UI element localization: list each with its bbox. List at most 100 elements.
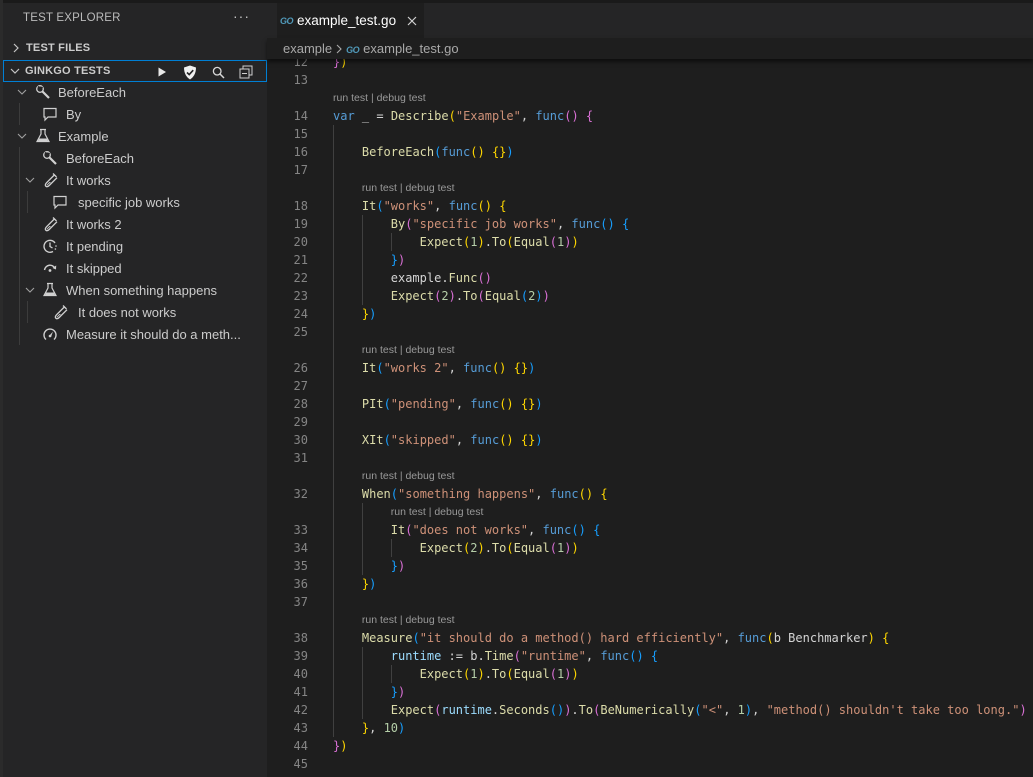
tree-item[interactable]: It works xyxy=(0,169,267,191)
code-line[interactable]: It("works 2", func() {}) xyxy=(362,359,535,377)
code-line[interactable]: example.Func() xyxy=(391,269,492,287)
code-line[interactable]: }) xyxy=(362,305,376,323)
line-number: 16 xyxy=(293,145,308,159)
close-tab-button[interactable] xyxy=(404,13,420,29)
debug-test-link[interactable]: debug test xyxy=(405,182,454,194)
tree-item[interactable]: By xyxy=(0,103,267,125)
code-line[interactable]: }) xyxy=(333,59,347,71)
tree-item[interactable]: Measure it should do a meth... xyxy=(0,323,267,345)
tree-item[interactable]: specific job works xyxy=(0,191,267,213)
code-line[interactable]: runtime := b.Time("runtime", func() { xyxy=(391,647,658,665)
codelens: run test | debug test xyxy=(391,505,484,519)
code-token: example. xyxy=(390,271,449,285)
chevron-down-icon[interactable] xyxy=(23,279,37,301)
code-token: , xyxy=(369,721,384,735)
code-token: () xyxy=(470,145,485,159)
tree-item[interactable]: It does not works xyxy=(0,301,267,323)
code-token: () xyxy=(477,271,492,285)
code-editor[interactable]: 12}) 13 run test | debug test 14 var _ = Des… xyxy=(267,59,1033,777)
debug-test-link[interactable]: debug test xyxy=(405,614,454,626)
chevron-down-icon[interactable] xyxy=(23,169,37,191)
collapse-all-button[interactable] xyxy=(232,63,260,81)
run-test-link[interactable]: run test xyxy=(362,470,397,482)
tab-example-test-go[interactable]: GO example_test.go xyxy=(277,3,424,38)
code-token: "runtime" xyxy=(520,649,586,663)
debug-test-link[interactable]: debug test xyxy=(405,344,454,356)
code-line[interactable]: }) xyxy=(391,557,405,575)
search-tests-button[interactable] xyxy=(204,63,232,81)
code-line[interactable]: }) xyxy=(391,251,405,269)
tree-item[interactable]: It pending xyxy=(0,235,267,257)
chevron-down-icon[interactable] xyxy=(15,125,29,147)
run-all-tests-button[interactable] xyxy=(148,63,176,81)
run-test-link[interactable]: run test xyxy=(362,344,397,356)
comment-icon xyxy=(52,191,68,213)
code-line[interactable]: Measure("it should do a method() hard ef… xyxy=(362,629,889,647)
tree-item-label: It works 2 xyxy=(66,216,122,232)
code-line[interactable]: Expect(1).To(Equal(1)) xyxy=(420,233,579,251)
code-line[interactable]: Expect(2).To(Equal(1)) xyxy=(420,539,579,557)
debug-test-link[interactable]: debug test xyxy=(405,470,454,482)
code-token: { xyxy=(593,523,601,537)
tree-item[interactable]: It skipped xyxy=(0,257,267,279)
tree-item[interactable]: BeforeEach xyxy=(0,81,267,103)
debug-test-link[interactable]: debug test xyxy=(434,506,483,518)
line-number: 44 xyxy=(293,739,308,753)
code-token: { xyxy=(585,109,594,123)
code-token: () xyxy=(571,523,586,537)
code-line[interactable]: By("specific job works", func() { xyxy=(391,215,629,233)
more-actions-button[interactable]: ··· xyxy=(233,8,250,24)
indent-guide xyxy=(390,539,392,557)
code-line[interactable]: BeforeEach(func() {}) xyxy=(362,143,514,161)
go-file-icon: GO xyxy=(280,15,294,26)
tree-item[interactable]: It works 2 xyxy=(0,213,267,235)
line-number: 36 xyxy=(293,577,308,591)
code-token: ( xyxy=(549,541,557,555)
code-line[interactable]: It("does not works", func() { xyxy=(391,521,601,539)
code-line[interactable]: XIt("skipped", func() {}) xyxy=(362,431,543,449)
debug-test-link[interactable]: debug test xyxy=(377,92,426,104)
wrench-icon xyxy=(35,81,51,103)
breadcrumb-folder[interactable]: example xyxy=(283,41,332,56)
code-token: Seconds xyxy=(499,703,550,717)
codelens: run test | debug test xyxy=(333,91,426,105)
breadcrumb-file-label: example_test.go xyxy=(363,41,459,56)
code-line[interactable]: }) xyxy=(362,575,376,593)
code-token: ) xyxy=(571,667,579,681)
code-token: ( xyxy=(477,289,485,303)
tree-item[interactable]: When something happens xyxy=(0,279,267,301)
code-token: () xyxy=(629,649,644,663)
code-token: BeNumerically xyxy=(600,703,695,717)
run-test-link[interactable]: run test xyxy=(362,182,397,194)
tree-item[interactable]: Example xyxy=(0,125,267,147)
code-line[interactable]: PIt("pending", func() {}) xyxy=(362,395,543,413)
run-test-link[interactable]: run test xyxy=(333,92,368,104)
code-token: , xyxy=(520,109,536,123)
code-token: ( xyxy=(506,667,514,681)
section-ginkgo-tests[interactable]: GINKGO TESTS xyxy=(3,60,267,82)
verify-button[interactable] xyxy=(176,63,204,81)
line-number: 12 xyxy=(293,59,308,69)
breadcrumb-file[interactable]: GO example_test.go xyxy=(346,41,458,56)
code-line[interactable]: Expect(runtime.Seconds()).To(BeNumerical… xyxy=(391,701,1027,719)
run-test-link[interactable]: run test xyxy=(391,506,426,518)
code-line[interactable]: }) xyxy=(333,737,347,755)
code-line[interactable]: var _ = Describe("Example", func() { xyxy=(333,107,593,125)
code-token: , xyxy=(556,217,572,231)
run-test-link[interactable]: run test xyxy=(362,614,397,626)
code-line[interactable]: }, 10) xyxy=(362,719,405,737)
chevron-down-icon[interactable] xyxy=(15,81,29,103)
line-number: 27 xyxy=(293,379,308,393)
code-line[interactable]: Expect(2).To(Equal(2)) xyxy=(391,287,550,305)
code-token: func xyxy=(448,199,478,213)
code-token: ( xyxy=(383,433,391,447)
code-line[interactable]: It("works", func() { xyxy=(362,197,507,215)
code-line[interactable]: When("something happens", func() { xyxy=(362,485,608,503)
code-token: Expect xyxy=(390,703,435,717)
tree-item[interactable]: BeforeEach xyxy=(0,147,267,169)
section-test-files[interactable]: TEST FILES xyxy=(3,37,267,59)
code-token: ) xyxy=(340,59,348,69)
code-line[interactable]: Expect(1).To(Equal(1)) xyxy=(420,665,579,683)
code-token: runtime xyxy=(390,649,442,663)
code-line[interactable]: }) xyxy=(391,683,405,701)
